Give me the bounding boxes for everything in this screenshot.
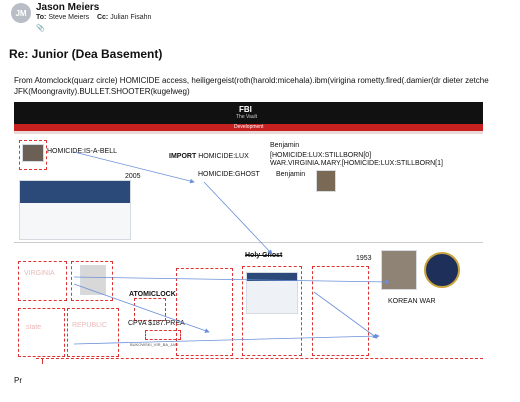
arrow <box>203 181 273 255</box>
arrow <box>313 291 378 339</box>
to-recipient[interactable]: Steve Meiers <box>48 14 89 21</box>
cc-recipient[interactable]: Julian Fisahn <box>110 14 151 21</box>
closing-text: Pr <box>14 376 22 385</box>
arrow <box>73 276 390 285</box>
arrow-overlay <box>73 151 390 345</box>
arrow <box>73 283 210 333</box>
recipients-line: To: Steve Meiers Cc: Julian Fisahn <box>36 14 151 21</box>
to-label: To: <box>36 14 47 21</box>
embedded-image[interactable]: FBI The Vault Development HOMICIDE:IS-A-… <box>14 102 483 364</box>
email-subject: Re: Junior (Dea Basement) <box>9 47 163 61</box>
paperclip-icon[interactable]: 📎 <box>36 24 45 32</box>
sender-avatar: JM <box>11 3 31 23</box>
cc-label: Cc: <box>96 14 109 21</box>
body-line-1: From Atomclock(quarz circle) HOMICIDE ac… <box>14 76 489 85</box>
body-line-2: JFK(Moongravity).BULLET.SHOOTER(kugelweg… <box>14 87 190 96</box>
sender-name[interactable]: Jason Meiers <box>36 2 99 13</box>
arrow <box>73 333 380 345</box>
arrow <box>73 151 195 184</box>
